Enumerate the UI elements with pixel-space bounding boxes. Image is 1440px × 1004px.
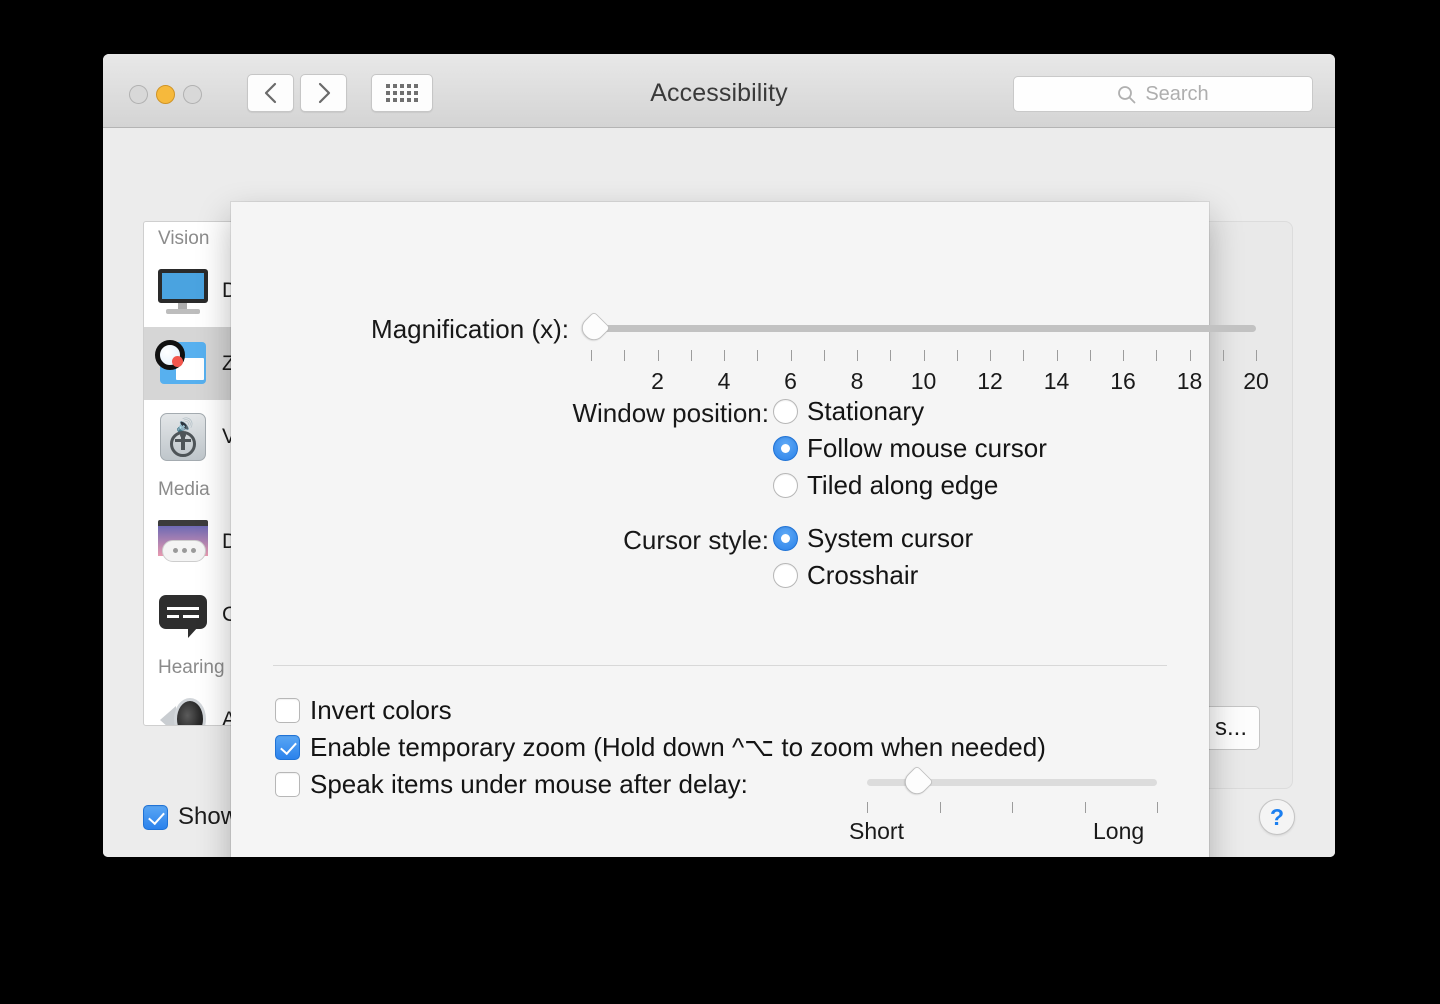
checkbox-indicator bbox=[275, 772, 300, 797]
slider-tick-label: 6 bbox=[784, 368, 797, 394]
slider-tick-label: 14 bbox=[1043, 368, 1070, 394]
window-titlebar: Accessibility Search bbox=[103, 54, 1335, 128]
slider-tick bbox=[1012, 802, 1013, 813]
slider-tick-label: 4 bbox=[717, 368, 731, 394]
radio-label: Crosshair bbox=[807, 560, 919, 590]
radio-indicator bbox=[773, 473, 798, 498]
slider-tick bbox=[857, 350, 858, 361]
slider-tick bbox=[990, 350, 991, 361]
magnification-slider-thumb[interactable] bbox=[577, 311, 611, 345]
radio-tiled-along-edge[interactable]: Tiled along edge bbox=[773, 470, 998, 501]
radio-indicator bbox=[773, 563, 798, 588]
slider-tick bbox=[890, 350, 892, 361]
checkbox-label: Invert colors bbox=[310, 695, 452, 725]
slider-tick-label: 20 bbox=[1243, 368, 1269, 394]
captions-icon bbox=[152, 587, 214, 643]
slider-tick bbox=[1084, 802, 1086, 813]
slider-tick-label: 12 bbox=[977, 368, 1003, 394]
radio-label: Stationary bbox=[807, 396, 925, 426]
slider-tick bbox=[690, 350, 692, 361]
descriptions-icon bbox=[152, 514, 214, 570]
slider-tick bbox=[1056, 350, 1058, 361]
radio-stationary[interactable]: Stationary bbox=[773, 396, 924, 427]
slider-tick bbox=[790, 350, 792, 361]
slider-tick-label: 2 bbox=[651, 368, 664, 394]
radio-system-cursor[interactable]: System cursor bbox=[773, 523, 973, 554]
magnification-slider-tick-labels: 2 4 6 8 10 12 14 16 18 20 bbox=[591, 368, 1269, 398]
zoom-options-sheet: Magnification (x): 2 4 6 8 10 12 14 16 18 20 Wind… bbox=[231, 202, 1269, 857]
slider-tick bbox=[1089, 350, 1091, 361]
cursor-style-label: Cursor style: bbox=[623, 525, 769, 555]
slider-tick bbox=[757, 350, 759, 361]
slider-tick bbox=[867, 802, 868, 813]
checkbox-indicator bbox=[275, 735, 300, 760]
search-icon bbox=[1118, 85, 1136, 103]
voiceover-icon: 🔊 bbox=[152, 409, 214, 465]
slider-tick bbox=[1256, 350, 1257, 361]
slider-tick bbox=[939, 802, 941, 813]
audio-icon bbox=[152, 692, 214, 725]
slider-tick bbox=[1222, 350, 1224, 361]
slider-tick bbox=[956, 350, 958, 361]
radio-indicator bbox=[773, 436, 798, 461]
slider-tick bbox=[1189, 350, 1191, 361]
help-button[interactable]: ? bbox=[1259, 799, 1295, 835]
magnification-slider-ticks bbox=[591, 350, 1257, 362]
slider-tick bbox=[1123, 350, 1124, 361]
section-divider bbox=[273, 665, 1167, 666]
slider-tick bbox=[923, 350, 925, 361]
search-field[interactable]: Search bbox=[1013, 76, 1313, 112]
checkbox-speak-items-under-mouse[interactable]: Speak items under mouse after delay: bbox=[275, 769, 748, 800]
show-accessibility-status-checkbox[interactable] bbox=[143, 804, 168, 830]
checkbox-label: Enable temporary zoom (Hold down ^⌥ to z… bbox=[310, 732, 1046, 762]
delay-slider-thumb[interactable] bbox=[900, 765, 934, 799]
checkbox-label: Speak items under mouse after delay: bbox=[310, 769, 748, 799]
radio-label: Follow mouse cursor bbox=[807, 433, 1047, 463]
slider-tick-label: 16 bbox=[1110, 368, 1136, 394]
radio-indicator bbox=[773, 399, 798, 424]
slider-tick bbox=[657, 350, 659, 361]
magnification-slider-track[interactable] bbox=[591, 325, 1256, 332]
slider-tick bbox=[823, 350, 825, 361]
slider-tick bbox=[1023, 350, 1025, 361]
display-icon bbox=[152, 263, 214, 319]
slider-tick bbox=[1156, 350, 1158, 361]
checkbox-indicator bbox=[275, 698, 300, 723]
radio-indicator bbox=[773, 526, 798, 551]
window-position-label: Window position: bbox=[572, 398, 769, 428]
checkbox-invert-colors[interactable]: Invert colors bbox=[275, 695, 452, 726]
magnification-label: Magnification (x): bbox=[371, 314, 569, 344]
radio-label: Tiled along edge bbox=[807, 470, 999, 500]
radio-crosshair[interactable]: Crosshair bbox=[773, 560, 918, 591]
checkbox-enable-temporary-zoom[interactable]: Enable temporary zoom (Hold down ^⌥ to z… bbox=[275, 732, 1046, 763]
slider-tick bbox=[591, 350, 592, 361]
zoom-icon bbox=[152, 336, 214, 392]
delay-slider-min-label: Short bbox=[849, 818, 904, 844]
slider-tick bbox=[724, 350, 725, 361]
preferences-window: Accessibility Search s... Vision Display bbox=[103, 54, 1335, 857]
delay-slider-max-label: Long bbox=[1093, 818, 1145, 844]
slider-tick-label: 18 bbox=[1176, 368, 1203, 394]
window-body: s... Vision Display Zoom 🔊 bbox=[103, 128, 1335, 857]
radio-label: System cursor bbox=[807, 523, 974, 553]
slider-tick-label: 8 bbox=[850, 368, 864, 394]
slider-tick-label: 10 bbox=[910, 368, 937, 394]
delay-slider-ticks bbox=[867, 802, 1158, 814]
slider-tick bbox=[1157, 802, 1158, 813]
search-placeholder: Search bbox=[1145, 82, 1209, 105]
radio-follow-mouse-cursor[interactable]: Follow mouse cursor bbox=[773, 433, 1047, 464]
slider-tick bbox=[624, 350, 626, 361]
